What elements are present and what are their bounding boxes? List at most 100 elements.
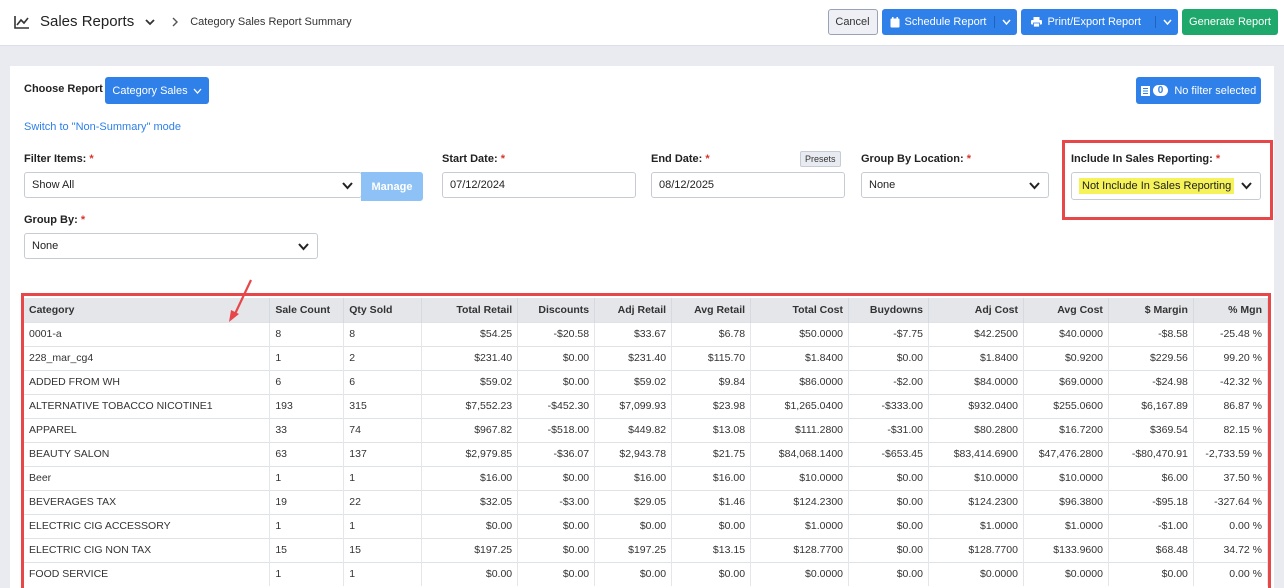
table-cell: $42.2500: [928, 321, 1024, 346]
table-cell: 1: [269, 465, 345, 490]
include-reporting-select[interactable]: Not Include In Sales Reporting: [1071, 172, 1261, 200]
table-cell: 1: [269, 513, 345, 538]
table-cell: $0.00: [517, 537, 596, 562]
switch-mode-link[interactable]: Switch to "Non-Summary" mode: [24, 121, 181, 133]
column-header[interactable]: Sale Count: [269, 298, 345, 322]
manage-button[interactable]: Manage: [361, 172, 423, 201]
table-cell: 1: [343, 513, 423, 538]
table-row[interactable]: 228_mar_cg4 1 2 $231.40 $0.00 $231.40 $115.70 $…: [24, 345, 1269, 370]
calendar-icon: [890, 16, 899, 27]
table-cell: $0.00: [848, 561, 929, 586]
column-header[interactable]: Buydowns: [848, 298, 929, 322]
category-cell: BEVERAGES TAX: [24, 489, 271, 514]
table-row[interactable]: ALTERNATIVE TOBACCO NICOTINE1 193 315 $7,55…: [24, 393, 1269, 418]
presets-button[interactable]: Presets: [800, 151, 841, 167]
table-row[interactable]: ELECTRIC CIG NON TAX 15 15 $197.25 $0.00 $197…: [24, 537, 1269, 562]
column-header[interactable]: Avg Cost: [1023, 298, 1109, 322]
end-date-input[interactable]: 08/12/2025: [651, 172, 845, 198]
chevron-down-icon: [342, 182, 353, 190]
table-cell: $0.00: [421, 513, 519, 538]
table-cell: $111.2800: [750, 417, 850, 442]
table-cell: $7,552.23: [421, 393, 519, 418]
table-cell: $7,099.93: [594, 393, 673, 418]
table-row[interactable]: APPAREL 33 74 $967.82 -$518.00 $449.82 $13.08 $…: [24, 417, 1269, 442]
report-panel: Choose Report Category Sales 0 No filter…: [10, 66, 1274, 588]
table-cell: $0.00: [517, 513, 596, 538]
chevron-down-icon: [1002, 19, 1011, 25]
filter-items-select[interactable]: Show All: [24, 172, 362, 198]
table-cell: 82.15 %: [1193, 417, 1269, 442]
category-cell: BEAUTY SALON: [24, 441, 271, 466]
table-cell: -$95.18: [1108, 489, 1194, 514]
table-cell: $32.05: [421, 489, 519, 514]
breadcrumb: Sales Reports Category Sales Report Summ…: [14, 13, 352, 30]
table-cell: 2: [343, 345, 423, 370]
table-cell: $0.00: [517, 465, 596, 490]
table-cell: $1,265.0400: [750, 393, 850, 418]
column-header[interactable]: Adj Retail: [594, 298, 673, 322]
table-cell: -$24.98: [1108, 369, 1194, 394]
table-cell: $13.08: [671, 417, 752, 442]
table-cell: -$333.00: [848, 393, 929, 418]
table-row[interactable]: ELECTRIC CIG ACCESSORY 1 1 $0.00 $0.00 $0.00 $…: [24, 513, 1269, 538]
table-cell: -$1.00: [1108, 513, 1194, 538]
table-cell: $83,414.6900: [928, 441, 1024, 466]
schedule-report-button[interactable]: Schedule Report: [881, 9, 1018, 35]
column-header[interactable]: Avg Retail: [671, 298, 752, 322]
table-row[interactable]: BEAUTY SALON 63 137 $2,979.85 -$36.07 $2,943.…: [24, 441, 1269, 466]
table-cell: $128.7700: [928, 537, 1024, 562]
filter-count-badge: 0: [1152, 85, 1169, 96]
column-header[interactable]: Total Cost: [750, 298, 850, 322]
choose-report-dropdown[interactable]: Category Sales: [105, 77, 209, 104]
annotation-arrow: [229, 279, 252, 322]
table-cell: $50.0000: [750, 321, 850, 346]
schedule-dropdown-caret[interactable]: [995, 19, 1017, 25]
table-row[interactable]: BEVERAGES TAX 19 22 $32.05 -$3.00 $29.05 $1.46…: [24, 489, 1269, 514]
table-cell: $21.75: [671, 441, 752, 466]
end-date-label: End Date: *: [651, 153, 710, 165]
chevron-down-icon[interactable]: [144, 16, 156, 28]
table-cell: $84.0000: [928, 369, 1024, 394]
category-sales-table: Category Sale Count Qty Sold Total Retai…: [24, 298, 1269, 586]
print-export-button[interactable]: Print/Export Report: [1021, 9, 1178, 35]
filter-status-button[interactable]: 0 No filter selected: [1136, 77, 1261, 104]
print-dropdown-caret[interactable]: [1156, 19, 1178, 25]
column-header[interactable]: Adj Cost: [928, 298, 1024, 322]
group-by-label: Group By: *: [24, 214, 86, 226]
category-cell: ADDED FROM WH: [24, 369, 271, 394]
table-row[interactable]: Beer 1 1 $16.00 $0.00 $16.00 $16.00 $10.0000 $0.…: [24, 465, 1269, 490]
table-row[interactable]: FOOD SERVICE 1 1 $0.00 $0.00 $0.00 $0.00 $0.000…: [24, 561, 1269, 586]
table-cell: 15: [343, 537, 423, 562]
table-cell: $0.00: [848, 513, 929, 538]
table-cell: $128.7700: [750, 537, 850, 562]
table-cell: 19: [269, 489, 345, 514]
category-cell: Beer: [24, 465, 271, 490]
cancel-button[interactable]: Cancel: [827, 9, 878, 35]
table-cell: 99.20 %: [1193, 345, 1269, 370]
table-cell: 0.00 %: [1193, 561, 1269, 586]
table-cell: $84,068.1400: [750, 441, 850, 466]
table-cell: 137: [343, 441, 423, 466]
app-title[interactable]: Sales Reports: [40, 13, 134, 30]
start-date-label: Start Date: *: [442, 153, 505, 165]
table-cell: $2,979.85: [421, 441, 519, 466]
table-row[interactable]: 0001-a 8 8 $54.25 -$20.58 $33.67 $6.78 $50.0000…: [24, 321, 1269, 346]
start-date-input[interactable]: 07/12/2024: [442, 172, 636, 198]
generate-report-button[interactable]: Generate Report: [1182, 9, 1278, 35]
group-by-location-select[interactable]: None: [861, 172, 1049, 198]
filter-items-label: Filter Items: *: [24, 153, 94, 165]
group-by-location-value: None: [869, 179, 896, 191]
column-header[interactable]: % Mgn: [1193, 298, 1269, 322]
column-header[interactable]: Qty Sold: [343, 298, 423, 322]
table-cell: $16.00: [421, 465, 519, 490]
table-cell: $133.9600: [1023, 537, 1109, 562]
table-cell: $6.00: [1108, 465, 1194, 490]
column-header[interactable]: $ Margin: [1108, 298, 1194, 322]
table-cell: $0.00: [848, 537, 929, 562]
table-cell: $0.00: [848, 465, 929, 490]
group-by-select[interactable]: None: [24, 233, 318, 259]
table-cell: 1: [343, 561, 423, 586]
table-row[interactable]: ADDED FROM WH 6 6 $59.02 $0.00 $59.02 $9.84 $86…: [24, 369, 1269, 394]
column-header[interactable]: Discounts: [517, 298, 596, 322]
column-header[interactable]: Total Retail: [421, 298, 519, 322]
